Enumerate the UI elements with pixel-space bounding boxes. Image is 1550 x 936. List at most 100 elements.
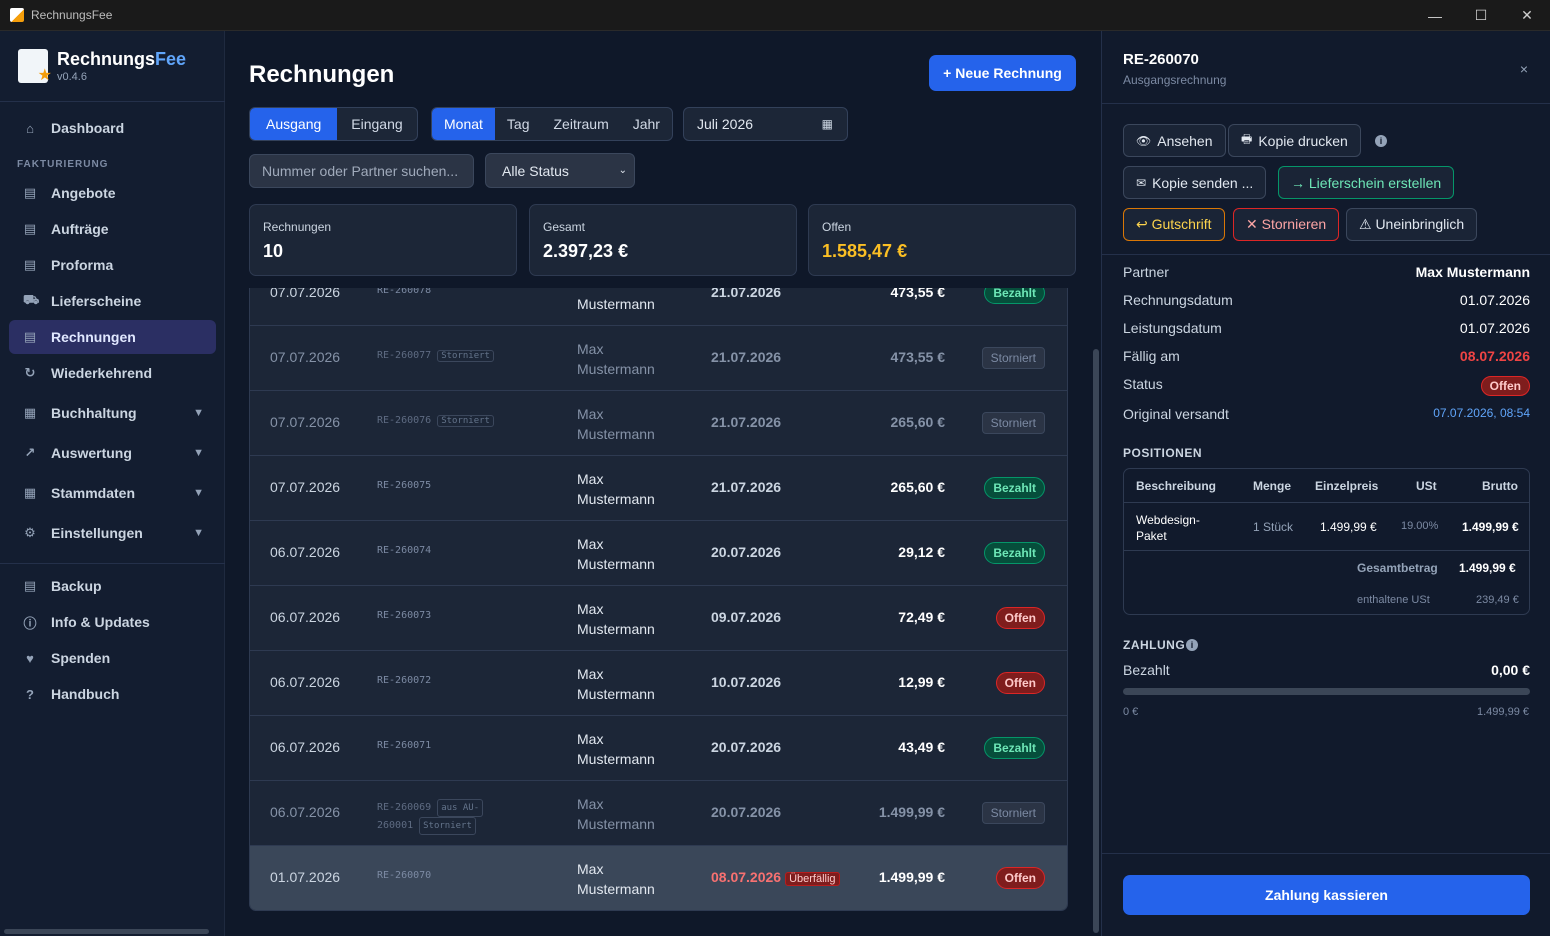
document-icon: ▤: [23, 185, 37, 200]
sidebar-item-dashboard[interactable]: ⌂ Dashboard: [9, 111, 216, 145]
table-row[interactable]: 07.07.2026 RE-260078 Mustermann 21.07.20…: [250, 288, 1067, 326]
chevron-down-icon: ▼: [193, 487, 204, 499]
sidebar-item-auswertung[interactable]: ↗ Auswertung ▼: [9, 436, 216, 470]
detail-service-date: Leistungsdatum 01.07.2026: [1123, 320, 1530, 336]
tab-jahr[interactable]: Jahr: [621, 108, 672, 140]
close-window-icon[interactable]: ✕: [1504, 0, 1550, 31]
eye-icon: 👁: [1136, 133, 1152, 148]
status-badge: Offen: [995, 607, 1045, 629]
window-title: RechnungsFee: [31, 8, 113, 22]
table-row[interactable]: 06.07.2026 RE-260072 Max Mustermann 10.07…: [250, 651, 1067, 716]
panel-subtitle: Ausgangsrechnung: [1123, 73, 1227, 87]
sidebar-item-proforma[interactable]: ▤ Proforma: [9, 248, 216, 282]
maximize-icon[interactable]: ☐: [1458, 0, 1504, 31]
tab-monat[interactable]: Monat: [432, 108, 495, 140]
chevron-down-icon: ▼: [193, 527, 204, 539]
cancel-invoice-button[interactable]: ✕ Stornieren: [1233, 208, 1340, 241]
status-badge: Bezahlt: [984, 737, 1045, 759]
calendar-icon[interactable]: ▦: [822, 117, 833, 131]
new-invoice-button[interactable]: + Neue Rechnung: [929, 55, 1076, 91]
period-toggle: Monat Tag Zeitraum Jahr: [431, 107, 673, 141]
detail-status: Status Offen: [1123, 376, 1530, 396]
page-title: Rechnungen: [249, 61, 395, 88]
view-button[interactable]: 👁 Ansehen: [1123, 124, 1226, 157]
backup-icon: ▤: [23, 578, 37, 593]
sidebar-item-stammdaten[interactable]: ▦ Stammdaten ▼: [9, 476, 216, 510]
stat-card-open: Offen 1.585,47 €: [808, 204, 1076, 276]
collect-payment-button[interactable]: Zahlung kassieren: [1123, 875, 1530, 915]
credit-note-button[interactable]: ↩ Gutschrift: [1123, 208, 1225, 241]
sidebar-item-spenden[interactable]: ♥ Spenden: [9, 641, 216, 675]
table-row[interactable]: 06.07.2026 RE-260071 Max Mustermann 20.07…: [250, 716, 1067, 781]
sidebar-item-einstellungen[interactable]: ⚙ Einstellungen ▼: [9, 516, 216, 550]
status-badge: Storniert: [981, 802, 1045, 824]
table-row[interactable]: 07.07.2026 RE-260075 Max Mustermann 21.07…: [250, 456, 1067, 521]
sidebar-item-handbuch[interactable]: ? Handbuch: [9, 677, 216, 711]
payment-heading: ZAHLUNG: [1123, 638, 1186, 652]
uncollectible-button[interactable]: ⚠ Uneinbringlich: [1346, 208, 1478, 241]
month-picker[interactable]: Juli 2026 ▦: [683, 107, 848, 141]
direction-toggle: Ausgang Eingang: [249, 107, 418, 141]
invoice-detail-panel: RE-260070 Ausgangsrechnung × 👁 Ansehen 🖶 K…: [1101, 31, 1550, 936]
minimize-icon[interactable]: —: [1412, 0, 1458, 31]
sidebar-item-angebote[interactable]: ▤ Angebote: [9, 176, 216, 210]
payment-min: 0 €: [1123, 706, 1139, 718]
table-row[interactable]: 07.07.2026 RE-260077 Storniert Max Musterm…: [250, 326, 1067, 391]
sent-link[interactable]: 07.07.2026, 08:54: [1433, 406, 1530, 420]
close-icon[interactable]: ×: [1520, 61, 1528, 77]
status-badge: Offen: [995, 867, 1045, 889]
sidebar-item-auftraege[interactable]: ▤ Aufträge: [9, 212, 216, 246]
invoice-icon: ▤: [23, 329, 37, 344]
sidebar-item-buchhaltung[interactable]: ▦ Buchhaltung ▼: [9, 396, 216, 430]
mail-icon: ✉: [1136, 175, 1147, 190]
tab-eingang[interactable]: Eingang: [337, 108, 416, 140]
sidebar-scrollbar[interactable]: [4, 929, 209, 934]
search-input[interactable]: [249, 154, 474, 188]
table-row-selected[interactable]: 01.07.2026 RE-260070 Max Mustermann 08.07…: [250, 846, 1067, 910]
home-icon: ⌂: [26, 120, 34, 136]
status-badge: Storniert: [981, 412, 1045, 434]
chevron-down-icon: ▼: [193, 407, 204, 419]
main-content: Rechnungen + Neue Rechnung Ausgang Einga…: [225, 31, 1100, 936]
detail-invoice-date: Rechnungsdatum 01.07.2026: [1123, 292, 1530, 308]
truck-icon: ⛟: [23, 292, 40, 307]
status-badge: Bezahlt: [984, 288, 1045, 304]
sidebar-item-rechnungen[interactable]: ▤ Rechnungen: [9, 320, 216, 354]
tab-zeitraum[interactable]: Zeitraum: [542, 108, 621, 140]
position-description: Webdesign- Paket: [1136, 513, 1200, 543]
table-scrollbar[interactable]: [1093, 349, 1099, 933]
table-row[interactable]: 06.07.2026 RE-260069 aus AU- 260001 Stornie…: [250, 781, 1067, 846]
positions-table: Beschreibung Menge Einzelpreis USt Brutt…: [1123, 468, 1530, 615]
panel-title: RE-260070: [1123, 51, 1199, 68]
sidebar-item-backup[interactable]: ▤ Backup: [9, 569, 216, 603]
help-icon: ?: [26, 686, 34, 702]
detail-sent: Original versandt 07.07.2026, 08:54: [1123, 406, 1530, 422]
info-icon: ⓘ: [23, 615, 37, 631]
table-row[interactable]: 06.07.2026 RE-260074 Max Mustermann 20.07…: [250, 521, 1067, 586]
brand-name: RechnungsFee: [57, 49, 187, 69]
sidebar-item-wiederkehrend[interactable]: ↻ Wiederkehrend: [9, 356, 216, 390]
donate-icon: ♥: [26, 650, 34, 666]
tab-ausgang[interactable]: Ausgang: [250, 108, 338, 140]
sidebar-item-lieferscheine[interactable]: ⛟ Lieferscheine: [9, 284, 216, 318]
status-badge: Offen: [995, 672, 1045, 694]
trend-icon: ↗: [24, 445, 36, 460]
overdue-badge: Überfällig: [785, 872, 840, 886]
info-icon[interactable]: i: [1375, 135, 1387, 147]
send-copy-button[interactable]: ✉ Kopie senden ...: [1123, 166, 1267, 199]
ledger-icon: ▦: [23, 405, 37, 420]
sidebar-item-info[interactable]: ⓘ Info & Updates: [9, 605, 216, 639]
info-icon[interactable]: i: [1186, 639, 1198, 651]
create-delivery-note-button[interactable]: → Lieferschein erstellen: [1278, 166, 1455, 199]
table-row[interactable]: 07.07.2026 RE-260076 Storniert Max Musterm…: [250, 391, 1067, 456]
detail-due-date: Fällig am 08.07.2026: [1123, 348, 1530, 364]
status-badge: Storniert: [981, 347, 1045, 369]
tab-tag[interactable]: Tag: [495, 108, 542, 140]
app-logo: [18, 49, 52, 85]
table-row[interactable]: 06.07.2026 RE-260073 Max Mustermann 09.07…: [250, 586, 1067, 651]
print-copy-button[interactable]: 🖶 Kopie drucken: [1228, 124, 1361, 157]
status-filter-select[interactable]: Alle Status ⌄: [485, 153, 635, 188]
stat-card-count: Rechnungen 10: [249, 204, 517, 276]
brand: RechnungsFee v0.4.6: [18, 49, 187, 85]
printer-icon: 🖶: [1241, 132, 1253, 146]
